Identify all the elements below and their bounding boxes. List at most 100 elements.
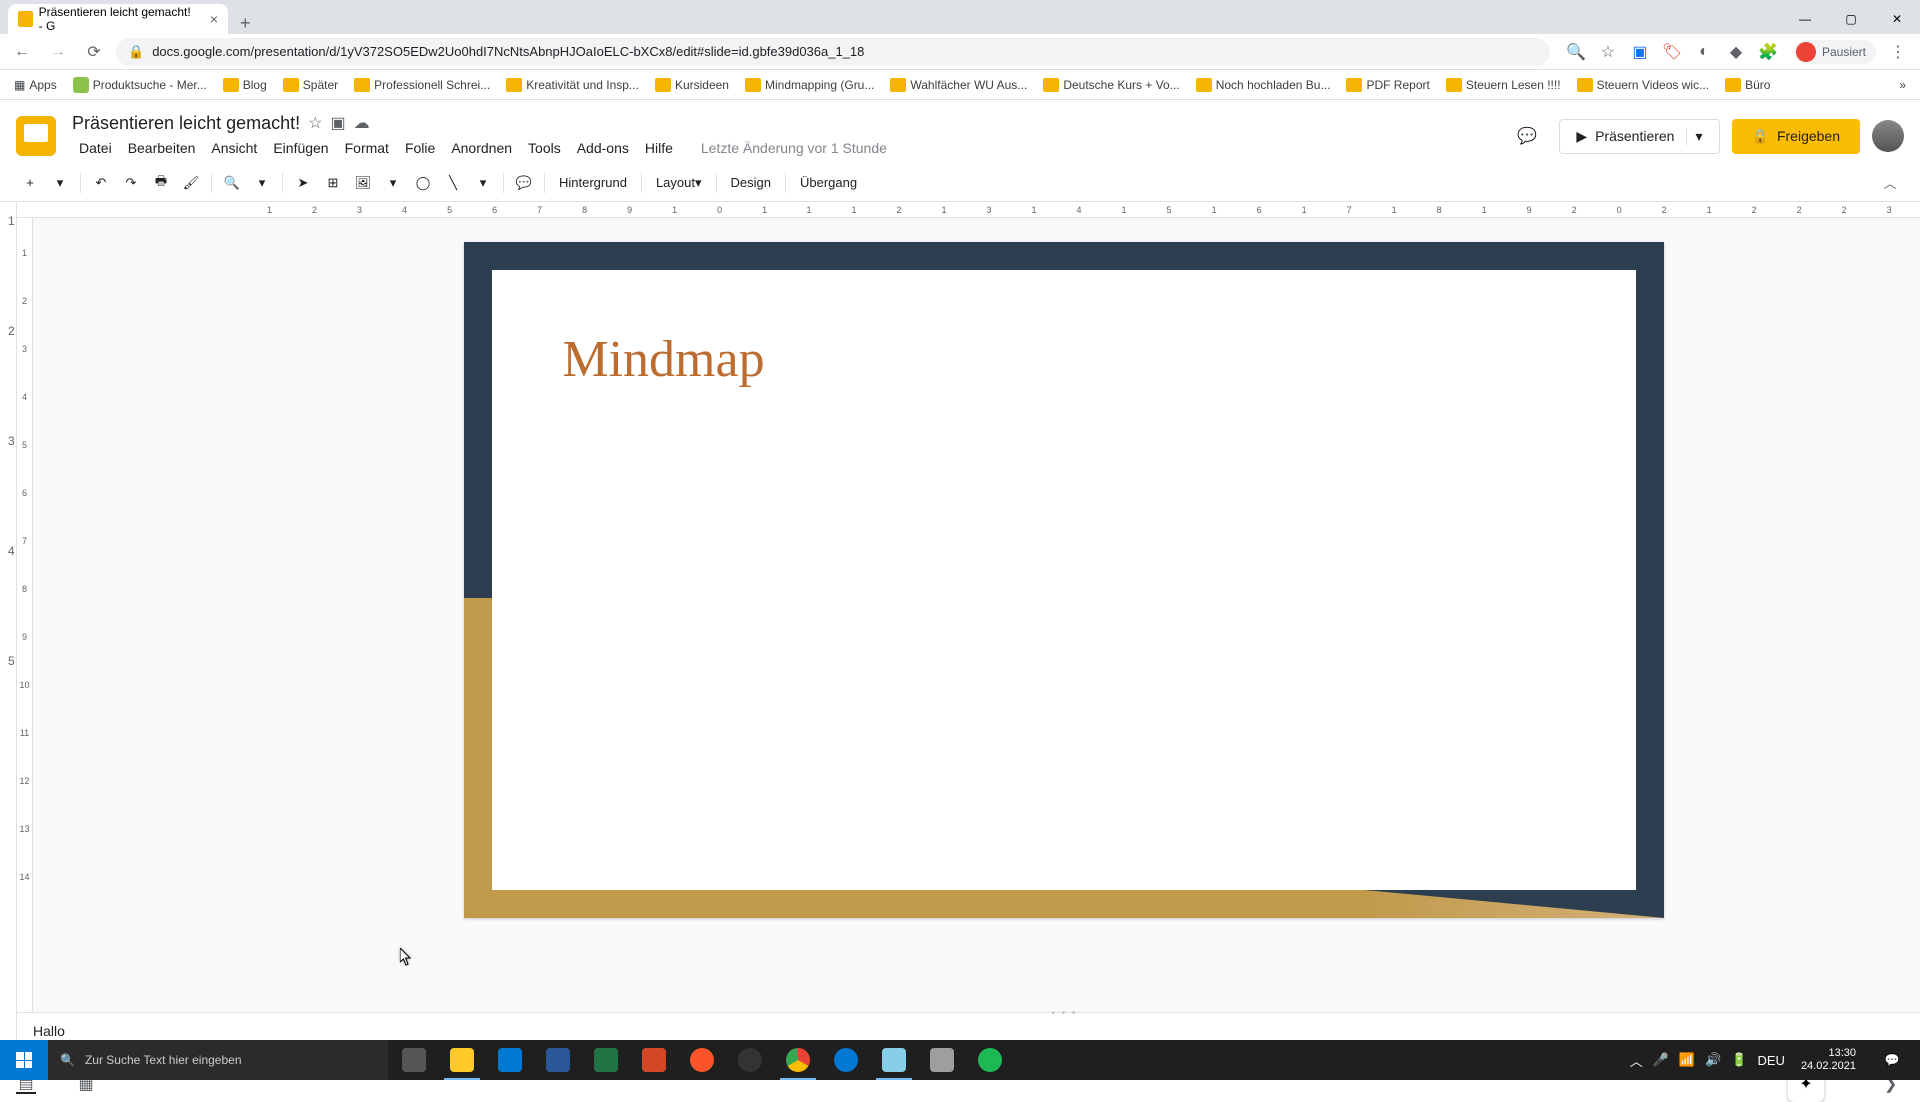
star-icon[interactable]: ☆ xyxy=(1598,42,1618,62)
open-comments-button[interactable]: 💬 xyxy=(1507,116,1547,156)
last-edit-label[interactable]: Letzte Änderung vor 1 Stunde xyxy=(694,136,894,160)
zoom-button[interactable]: 🔍 xyxy=(218,169,246,197)
minimize-button[interactable]: — xyxy=(1782,4,1828,34)
chrome-menu-icon[interactable]: ⋮ xyxy=(1884,38,1912,66)
calendar-app-icon[interactable] xyxy=(486,1040,534,1080)
paint-format-button[interactable]: 🖌 xyxy=(177,169,205,197)
new-slide-button[interactable]: + xyxy=(16,169,44,197)
profile-avatar[interactable] xyxy=(1872,120,1904,152)
tray-overflow-icon[interactable]: ︿ xyxy=(1630,1051,1643,1070)
close-window-button[interactable]: ✕ xyxy=(1874,4,1920,34)
extension-icon-2[interactable]: ◆ xyxy=(1726,42,1746,62)
bookmark-folder[interactable]: Kursideen xyxy=(649,74,735,96)
bookmark-folder[interactable]: Deutsche Kurs + Vo... xyxy=(1037,74,1185,96)
forward-button[interactable]: → xyxy=(44,38,72,66)
slide-content-area[interactable]: Mindmap xyxy=(492,270,1636,890)
new-tab-button[interactable]: + xyxy=(228,13,263,34)
maximize-button[interactable]: ▢ xyxy=(1828,4,1874,34)
share-button[interactable]: 🔒 Freigeben xyxy=(1732,119,1860,154)
reader-icon[interactable]: ▣ xyxy=(1630,42,1650,62)
back-button[interactable]: ← xyxy=(8,38,36,66)
bookmark-folder[interactable]: Später xyxy=(277,74,344,96)
print-button[interactable]: 🖶 xyxy=(147,169,175,197)
notes-text[interactable]: Hallo xyxy=(33,1023,65,1039)
transition-button[interactable]: Übergang xyxy=(792,169,865,197)
spotify-icon[interactable] xyxy=(966,1040,1014,1080)
horizontal-ruler[interactable]: 1234567891011121314151617181920212223242… xyxy=(17,202,1920,218)
action-center-icon[interactable]: 💬 xyxy=(1872,1040,1912,1080)
comment-indicator-icon[interactable]: ⊘ xyxy=(0,352,2,366)
apps-bookmark[interactable]: ▦Apps xyxy=(8,74,63,96)
tab-close-icon[interactable]: × xyxy=(210,11,218,27)
design-button[interactable]: Design xyxy=(723,169,779,197)
present-button[interactable]: ▶ Präsentieren ▾ xyxy=(1559,119,1719,154)
shopping-icon[interactable]: 🏷 xyxy=(1662,42,1682,62)
reload-button[interactable]: ⟳ xyxy=(80,38,108,66)
language-indicator[interactable]: DEU xyxy=(1757,1053,1784,1068)
redo-button[interactable]: ↷ xyxy=(117,169,145,197)
start-button[interactable] xyxy=(0,1040,48,1080)
microphone-icon[interactable]: 🎤 xyxy=(1653,1052,1669,1068)
bookmark-folder[interactable]: Steuern Videos wic... xyxy=(1571,74,1716,96)
bookmark-folder[interactable]: Büro xyxy=(1719,74,1776,96)
edge-icon[interactable] xyxy=(822,1040,870,1080)
bookmark-folder[interactable]: Kreativität und Insp... xyxy=(500,74,645,96)
powerpoint-icon[interactable] xyxy=(630,1040,678,1080)
file-explorer-icon[interactable] xyxy=(438,1040,486,1080)
image-dropdown[interactable]: ▾ xyxy=(379,169,407,197)
bookmark-folder[interactable]: Mindmapping (Gru... xyxy=(739,74,880,96)
menu-edit[interactable]: Bearbeiten xyxy=(121,136,203,160)
bookmark-folder[interactable]: Blog xyxy=(217,74,273,96)
bookmark-item[interactable]: Produktsuche - Mer... xyxy=(67,73,213,97)
taskbar-search[interactable]: 🔍 Zur Suche Text hier eingeben xyxy=(48,1040,388,1080)
menu-insert[interactable]: Einfügen xyxy=(266,136,335,160)
extensions-menu-icon[interactable]: 🧩 xyxy=(1758,42,1778,62)
bookmark-folder[interactable]: PDF Report xyxy=(1340,74,1435,96)
volume-icon[interactable]: 🔊 xyxy=(1705,1052,1721,1068)
slides-logo-icon[interactable] xyxy=(16,116,56,156)
battery-icon[interactable]: 🔋 xyxy=(1731,1052,1747,1068)
bookmarks-overflow[interactable]: » xyxy=(1893,74,1912,96)
zoom-icon[interactable]: 🔍 xyxy=(1566,42,1586,62)
url-bar[interactable]: 🔒 docs.google.com/presentation/d/1yV372S… xyxy=(116,38,1550,66)
star-icon[interactable]: ☆ xyxy=(308,113,322,133)
undo-button[interactable]: ↶ xyxy=(87,169,115,197)
menu-format[interactable]: Format xyxy=(338,136,396,160)
notepad-icon[interactable] xyxy=(870,1040,918,1080)
cloud-saved-icon[interactable]: ☁ xyxy=(354,113,370,133)
background-button[interactable]: Hintergrund xyxy=(551,169,635,197)
doc-title[interactable]: Präsentieren leicht gemacht! xyxy=(72,113,300,134)
line-dropdown[interactable]: ▾ xyxy=(469,169,497,197)
account-status[interactable]: Pausiert xyxy=(1794,40,1876,64)
menu-tools[interactable]: Tools xyxy=(521,136,568,160)
vertical-ruler[interactable]: 1234567891011121314 xyxy=(17,218,33,1068)
slide-canvas[interactable]: Mindmap xyxy=(464,242,1664,918)
brave-icon[interactable] xyxy=(678,1040,726,1080)
notes-resize-handle[interactable]: • • • xyxy=(1051,1008,1077,1019)
menu-help[interactable]: Hilfe xyxy=(638,136,680,160)
task-view-button[interactable] xyxy=(390,1040,438,1080)
move-icon[interactable]: ▣ xyxy=(330,113,345,133)
taskbar-clock[interactable]: 13:30 24.02.2021 xyxy=(1795,1047,1862,1073)
extension-icon[interactable]: ◐ xyxy=(1694,42,1714,62)
obs-icon[interactable] xyxy=(726,1040,774,1080)
bookmark-folder[interactable]: Wahlfächer WU Aus... xyxy=(884,74,1033,96)
filmstrip[interactable]: 1 Präsentieren leicht gemacht! 2 ⊘ Bilde… xyxy=(0,202,17,1068)
image-tool[interactable]: 🖼 xyxy=(349,169,377,197)
menu-file[interactable]: Datei xyxy=(72,136,119,160)
menu-addons[interactable]: Add-ons xyxy=(570,136,636,160)
chrome-icon[interactable] xyxy=(774,1040,822,1080)
present-dropdown-icon[interactable]: ▾ xyxy=(1686,128,1702,145)
shape-tool[interactable]: ◯ xyxy=(409,169,437,197)
line-tool[interactable]: ╲ xyxy=(439,169,467,197)
menu-view[interactable]: Ansicht xyxy=(204,136,264,160)
layout-button[interactable]: Layout ▾ xyxy=(648,169,710,197)
app-icon[interactable] xyxy=(918,1040,966,1080)
word-icon[interactable] xyxy=(534,1040,582,1080)
excel-icon[interactable] xyxy=(582,1040,630,1080)
menu-slide[interactable]: Folie xyxy=(398,136,442,160)
browser-tab[interactable]: Präsentieren leicht gemacht! - G × xyxy=(8,4,228,34)
zoom-dropdown[interactable]: ▾ xyxy=(248,169,276,197)
collapse-toolbar-icon[interactable]: ︿ xyxy=(1876,169,1904,197)
textbox-tool[interactable]: ⊞ xyxy=(319,169,347,197)
